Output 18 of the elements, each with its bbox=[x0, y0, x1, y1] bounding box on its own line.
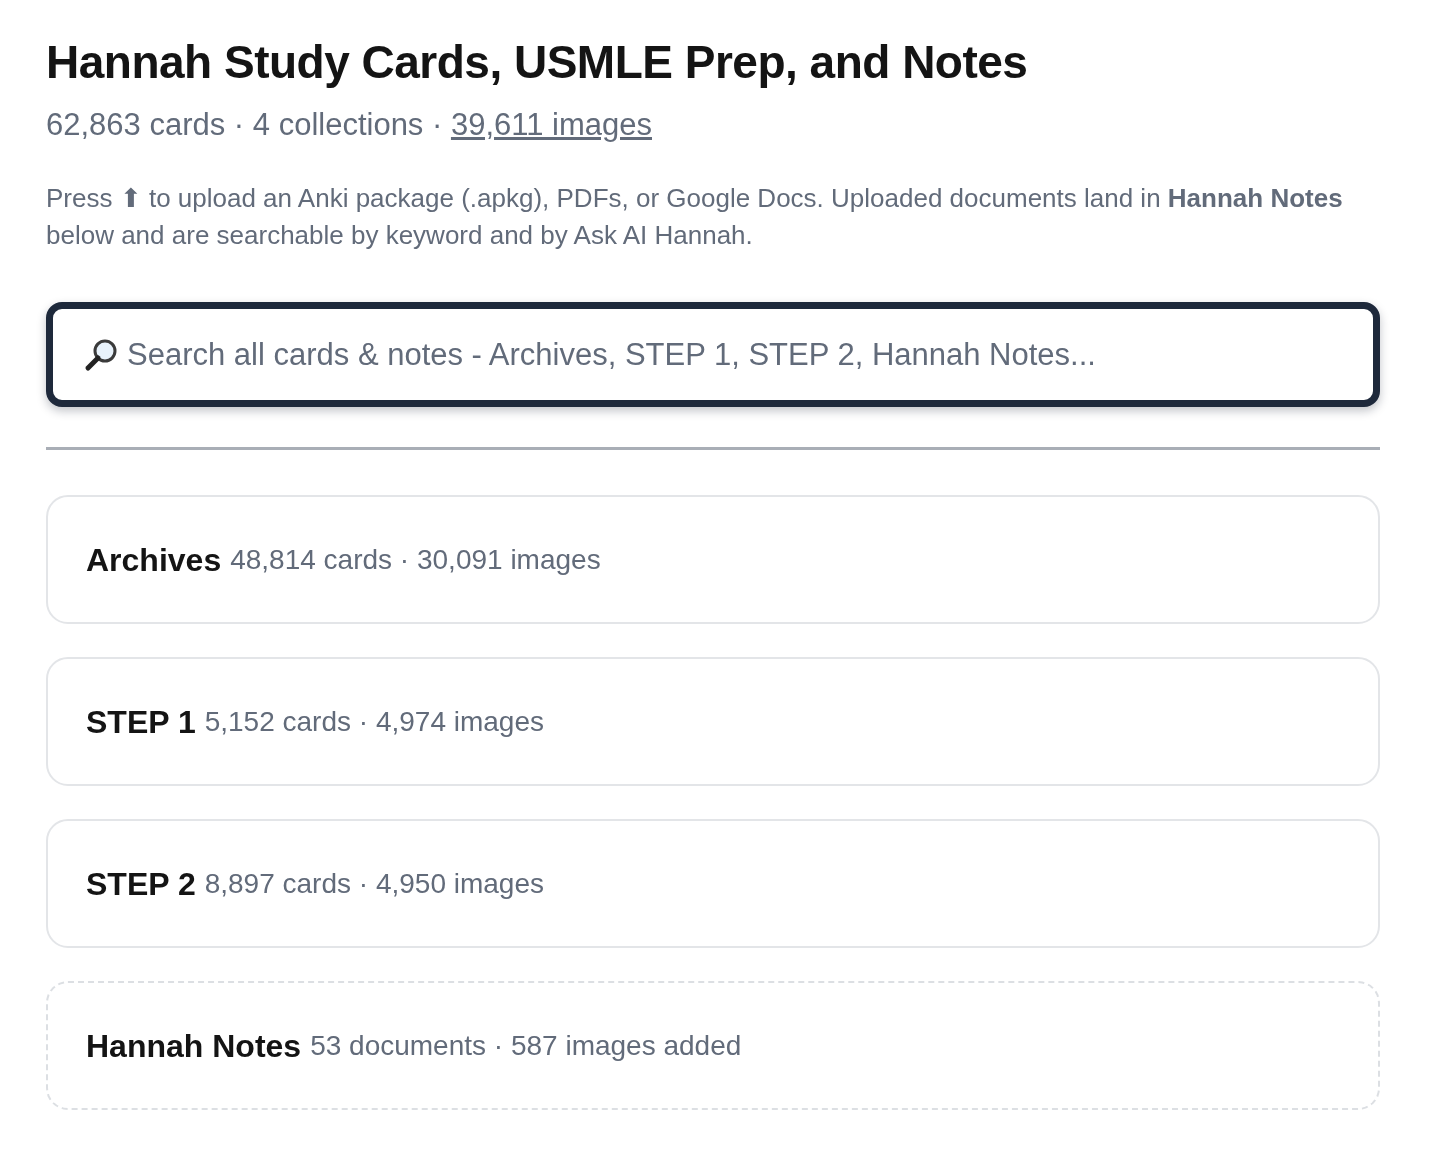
search-field[interactable]: Search all cards & notes - Archives, STEP 1, STEP 2, Hannah Notes... bbox=[46, 302, 1380, 407]
collection-card[interactable]: Hannah Notes 53 documents · 587 images added bbox=[46, 981, 1380, 1110]
upload-instructions: Press ⬆ to upload an Anki package (.apkg), PDFs, or Google Docs. Uploaded documents land in Hannah Notes below and are searchable by keyword and by Ask AI Hannah. bbox=[46, 182, 1344, 252]
search-icon bbox=[84, 338, 118, 372]
collection-name: Archives bbox=[86, 540, 222, 580]
page-title: Hannah Study Cards, USMLE Prep, and Notes bbox=[46, 35, 1028, 90]
collection-card[interactable]: Archives 48,814 cards · 30,091 images bbox=[46, 495, 1380, 624]
collection-stats: 53 documents · 587 images added bbox=[310, 1028, 742, 1063]
collection-card[interactable]: STEP 2 8,897 cards · 4,950 images bbox=[46, 819, 1380, 948]
collection-name: STEP 2 bbox=[86, 864, 196, 904]
collection-summary: 62,863 cards · 4 collections · 39,611 images bbox=[46, 106, 652, 144]
collection-stats: 5,152 cards · 4,974 images bbox=[204, 704, 544, 739]
collection-stats: 8,897 cards · 4,950 images bbox=[204, 866, 544, 901]
collection-name: STEP 1 bbox=[86, 702, 196, 742]
collection-stats: 48,814 cards · 30,091 images bbox=[230, 542, 601, 577]
images-link[interactable]: 39,611 images bbox=[450, 107, 652, 142]
collection-card[interactable]: STEP 1 5,152 cards · 4,974 images bbox=[46, 657, 1380, 786]
collection-name: Hannah Notes bbox=[86, 1026, 302, 1066]
